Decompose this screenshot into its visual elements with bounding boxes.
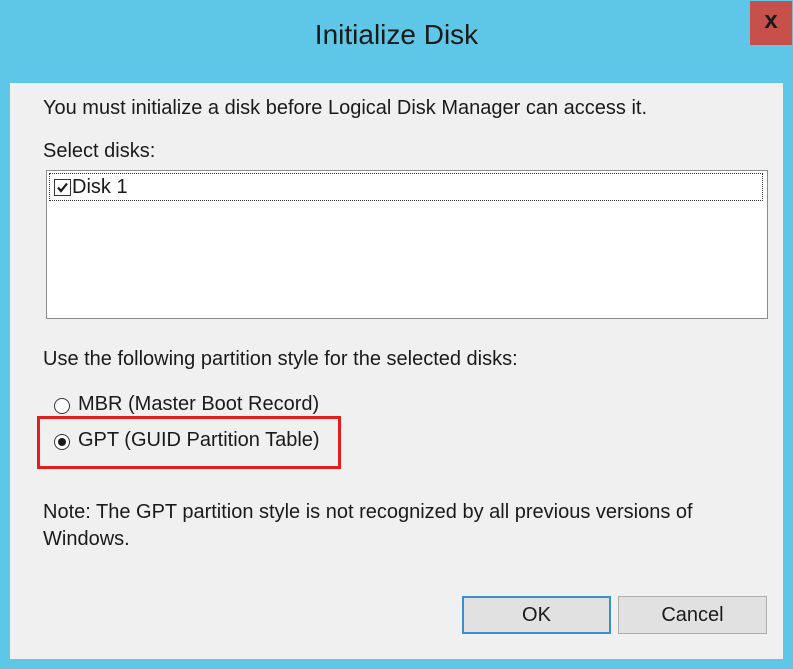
mbr-label: MBR (Master Boot Record) xyxy=(78,393,320,415)
partition-style-label: Use the following partition style for th… xyxy=(43,348,518,370)
select-disks-label: Select disks: xyxy=(43,140,156,162)
instruction-text: You must initialize a disk before Logica… xyxy=(43,97,648,119)
cancel-button[interactable]: Cancel xyxy=(618,596,767,634)
dialog-body: You must initialize a disk before Logica… xyxy=(10,83,783,659)
list-item-disk-1[interactable]: Disk 1 xyxy=(49,173,763,201)
initialize-disk-dialog: Initialize Disk x You must initialize a … xyxy=(0,0,793,669)
disk-list[interactable]: Disk 1 xyxy=(46,170,768,319)
highlight-annotation xyxy=(37,416,341,469)
close-button[interactable]: x xyxy=(750,1,792,45)
close-icon: x xyxy=(764,7,778,34)
dialog-title: Initialize Disk xyxy=(314,19,479,50)
disk-1-label: Disk 1 xyxy=(72,176,128,198)
title-bar: Initialize Disk x xyxy=(1,1,792,83)
checkmark-icon xyxy=(57,182,68,193)
ok-button[interactable]: OK xyxy=(462,596,611,634)
disk-1-checkbox[interactable] xyxy=(54,179,71,196)
note-text: Note: The GPT partition style is not rec… xyxy=(43,501,693,550)
mbr-radio[interactable] xyxy=(54,398,70,414)
